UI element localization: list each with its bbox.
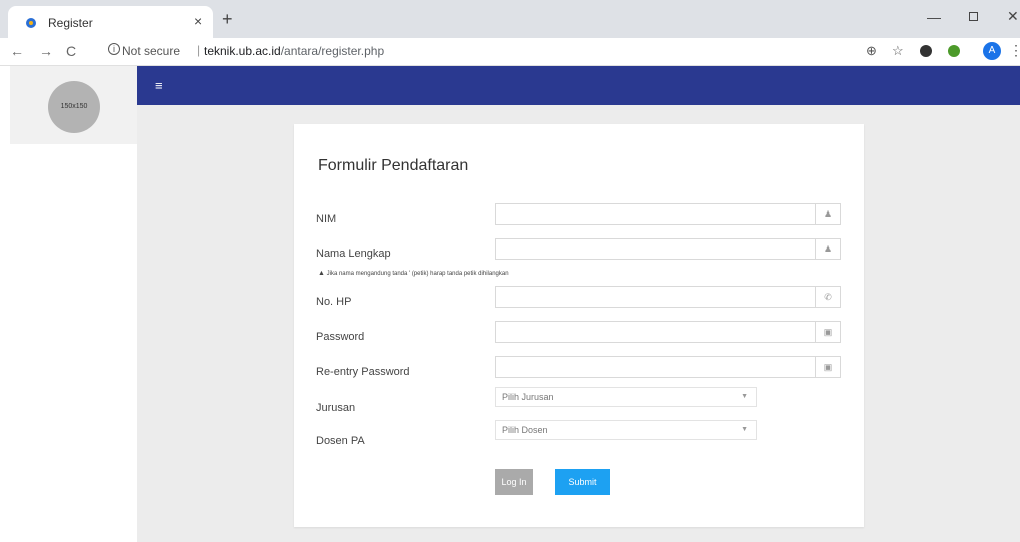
password-label: Password	[316, 331, 365, 343]
phone-icon: ✆	[815, 287, 840, 307]
nim-label: NIM	[316, 213, 337, 225]
warning-icon: ▲	[318, 270, 325, 277]
registration-card: Formulir Pendaftaran NIM ♟ Nama Lengkap …	[294, 124, 864, 527]
extension-icon[interactable]	[948, 45, 960, 57]
profile-image: 150x150	[48, 81, 100, 133]
login-button[interactable]: Log In	[495, 469, 533, 495]
tab-title: Register	[48, 16, 93, 30]
jurusan-select[interactable]: Pilih Jurusan ▼	[495, 387, 757, 407]
reentry-password-input[interactable]	[496, 357, 816, 377]
sidebar: 150x150	[0, 66, 137, 542]
main-content: Formulir Pendaftaran NIM ♟ Nama Lengkap …	[137, 105, 1020, 542]
bookmark-star-icon[interactable]: ☆	[892, 43, 904, 59]
phone-label: No. HP	[316, 296, 352, 308]
new-tab-icon[interactable]: +	[222, 10, 233, 28]
tab-close-icon[interactable]: ×	[194, 13, 202, 29]
window-minimize-icon[interactable]: —	[927, 9, 941, 25]
url-text[interactable]: teknik.ub.ac.id/antara/register.php	[204, 44, 384, 58]
submit-button[interactable]: Submit	[555, 469, 610, 495]
password-input[interactable]	[496, 322, 816, 342]
dosen-label: Dosen PA	[316, 435, 365, 447]
dosen-select[interactable]: Pilih Dosen ▼	[495, 420, 757, 440]
jurusan-selected-value: Pilih Jurusan	[502, 392, 554, 402]
url-separator: |	[197, 43, 201, 57]
window-maximize-icon[interactable]	[969, 12, 978, 21]
forward-icon[interactable]: →	[39, 43, 53, 59]
nim-input[interactable]	[496, 204, 816, 224]
chevron-down-icon: ▼	[741, 426, 748, 433]
reentry-password-label: Re-entry Password	[316, 366, 410, 378]
name-label: Nama Lengkap	[316, 248, 391, 260]
site-favicon-icon	[26, 18, 36, 28]
name-input[interactable]	[496, 239, 816, 259]
name-field: ♟	[495, 238, 841, 260]
reentry-password-field: ▣	[495, 356, 841, 378]
reload-icon[interactable]: C	[66, 43, 76, 59]
lock-icon: ▣	[815, 322, 840, 342]
extension-icon[interactable]	[920, 45, 932, 57]
name-warning: ▲ Jika nama mengandung tanda ' (petik) h…	[318, 270, 509, 277]
dosen-selected-value: Pilih Dosen	[502, 425, 548, 435]
nim-field: ♟	[495, 203, 841, 225]
chevron-down-icon: ▼	[741, 393, 748, 400]
window-close-icon[interactable]: ✕	[1007, 8, 1019, 25]
phone-field: ✆	[495, 286, 841, 308]
user-icon: ♟	[815, 239, 840, 259]
hamburger-menu-icon[interactable]: ≡	[155, 78, 163, 93]
security-status: Not secure	[122, 44, 181, 58]
info-icon[interactable]: i	[108, 43, 120, 55]
jurusan-label: Jurusan	[316, 402, 356, 414]
url-path: /antara/register.php	[280, 44, 385, 58]
browser-tab[interactable]: Register ×	[8, 6, 213, 38]
warning-text: Jika nama mengandung tanda ' (petik) har…	[326, 271, 509, 277]
url-host: teknik.ub.ac.id	[204, 44, 281, 58]
browser-toolbar: ← → C i Not secure | teknik.ub.ac.id/ant…	[0, 38, 1020, 66]
phone-input[interactable]	[496, 287, 816, 307]
user-icon: ♟	[815, 204, 840, 224]
top-navbar: ≡	[137, 66, 1020, 105]
zoom-icon[interactable]: ⊕	[866, 43, 877, 59]
sidebar-profile: 150x150	[10, 66, 137, 144]
browser-menu-icon[interactable]: ⋮	[1009, 42, 1020, 59]
address-bar[interactable]: i Not secure | teknik.ub.ac.id/antara/re…	[100, 40, 880, 62]
password-field: ▣	[495, 321, 841, 343]
page-title: Formulir Pendaftaran	[318, 157, 469, 174]
lock-icon: ▣	[815, 357, 840, 377]
profile-avatar[interactable]: A	[983, 42, 1001, 60]
back-icon[interactable]: ←	[10, 43, 24, 59]
browser-tabstrip: Register × + — ✕	[0, 0, 1020, 38]
